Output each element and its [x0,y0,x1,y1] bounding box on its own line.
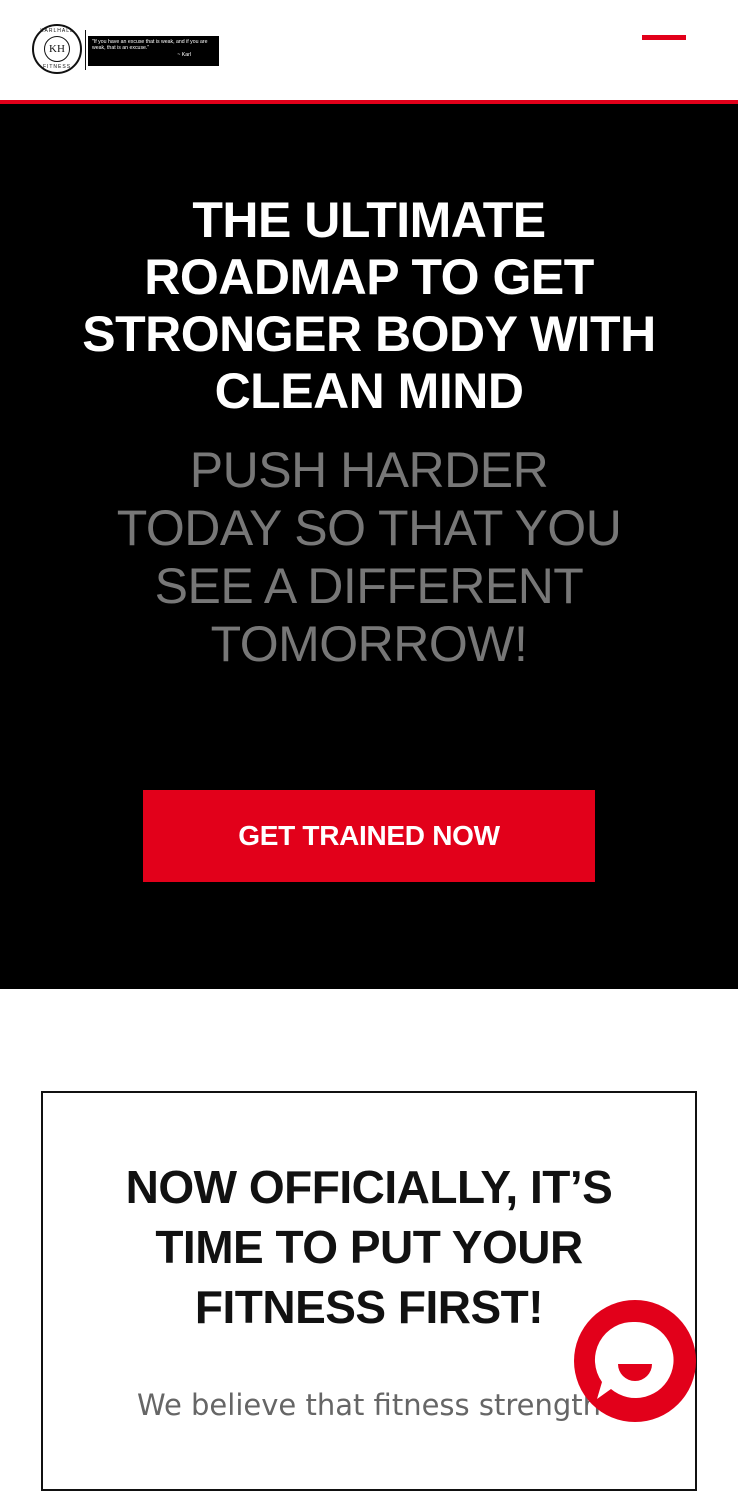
get-trained-now-button[interactable]: GET TRAINED NOW [143,790,595,882]
header-quote: "If you have an excuse that is weak, and… [88,36,219,66]
logo[interactable]: KARLHALL KH FITNESS [32,24,82,74]
hamburger-icon [642,35,686,40]
hero-section: THE ULTIMATE ROADMAP TO GET STRONGER BOD… [0,104,738,989]
hero-title: THE ULTIMATE ROADMAP TO GET STRONGER BOD… [82,192,656,419]
chat-widget-button[interactable] [574,1300,696,1422]
logo-monogram: KH [44,36,70,62]
logo-ring-bottom-text: FITNESS [42,64,72,70]
quote-author: ~ Karl [177,51,191,58]
quote-text: "If you have an excuse that is weak, and… [92,39,208,52]
fitness-first-card: NOW OFFICIALLY, IT’S TIME TO PUT YOUR FI… [41,1091,697,1491]
chat-bubble-icon [594,1321,674,1399]
logo-ring-top-text: KARLHALL [40,28,74,34]
logo-divider [85,30,86,70]
site-header: KARLHALL KH FITNESS "If you have an excu… [0,0,738,104]
hero-subtitle: PUSH HARDER TODAY SO THAT YOU SEE A DIFF… [116,442,622,672]
section-title: NOW OFFICIALLY, IT’S TIME TO PUT YOUR FI… [125,1161,613,1333]
menu-button[interactable] [640,26,688,50]
